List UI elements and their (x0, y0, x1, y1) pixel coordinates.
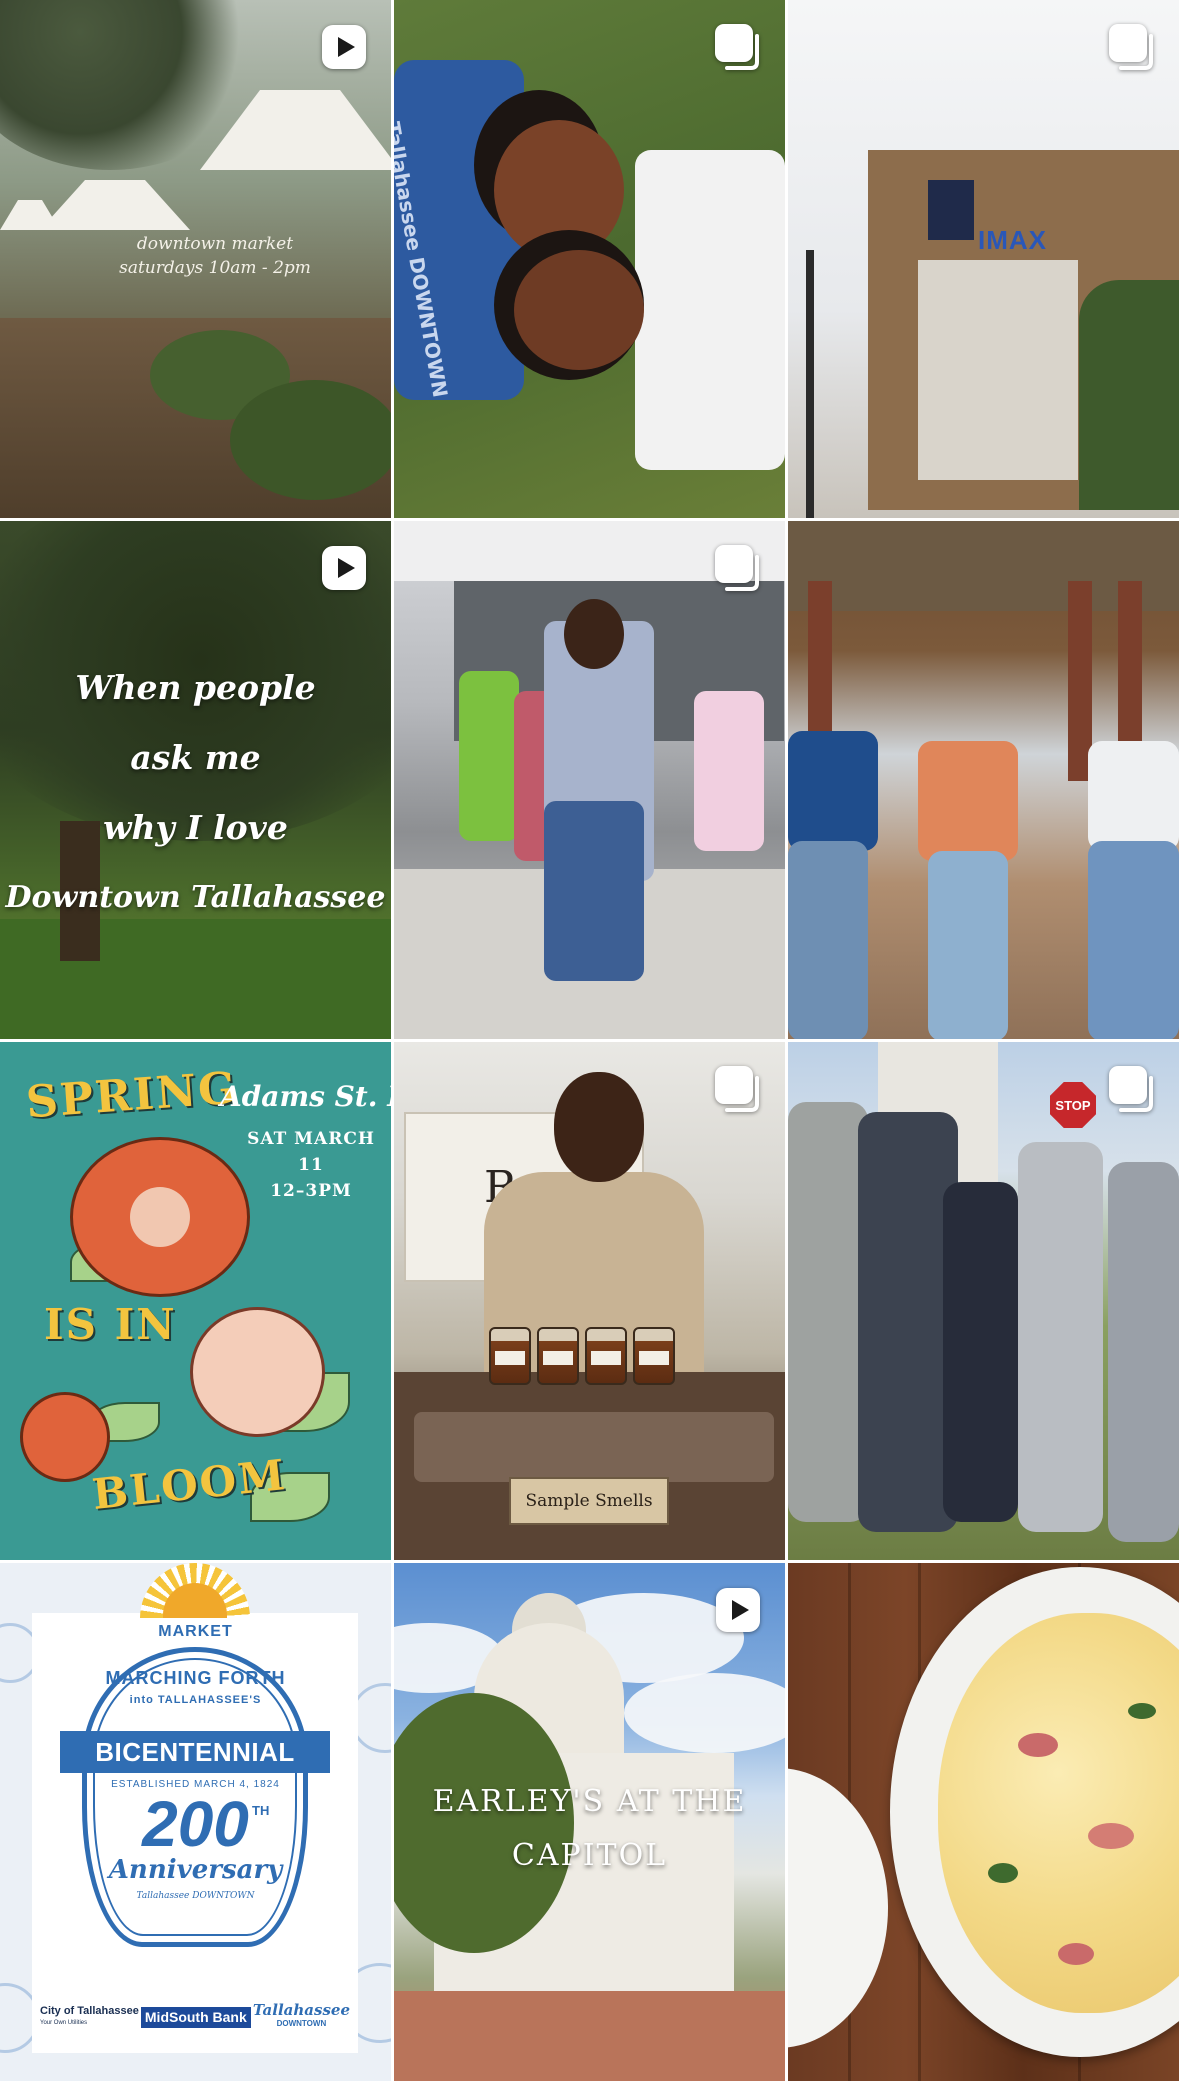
post-spring-is-in-bloom[interactable]: SPRING Adams St. Flea SAT MARCH 11 12–3P… (0, 1042, 391, 1560)
caption-line: downtown market (136, 234, 294, 254)
profile-posts-grid: downtown market saturdays 10am - 2pm Tal… (0, 0, 1179, 2097)
cloud (624, 1673, 785, 1753)
post-caption-overlay: downtown market saturdays 10am - 2pm (100, 232, 330, 280)
title-line: CAPITOL (511, 1838, 668, 1873)
post-selfie-grass[interactable]: Tallahassee DOWNTOWN (394, 0, 785, 518)
performer (694, 691, 764, 851)
city-tagline: Your Own Utilities (40, 2020, 88, 2026)
performer (459, 671, 519, 841)
anniversary-number: 200 (142, 1788, 249, 1860)
candle-jar (489, 1327, 531, 1385)
market-tent (40, 180, 190, 230)
small-flower (20, 1392, 110, 1482)
anniversary-label: Anniversary (108, 1855, 283, 1885)
lawn (0, 919, 391, 1039)
market-tent (0, 200, 60, 230)
person (1108, 1162, 1179, 1542)
imax-sign: IMAX (978, 225, 1047, 255)
quote-line: Downtown Tallahassee (5, 880, 386, 915)
side-plate (788, 1768, 888, 2048)
candle-jar (537, 1327, 579, 1385)
downtown-name: Tallahassee (252, 2001, 350, 2019)
post-earleys-at-the-capitol[interactable]: EARLEY'S AT THE CAPITOL (394, 1563, 785, 2081)
walker-jeans (928, 851, 1008, 1039)
carousel-icon (713, 543, 763, 593)
bicentennial-ribbon: BICENTENNIAL (60, 1731, 330, 1773)
post-challenger-imax[interactable]: IMAX (788, 0, 1179, 518)
city-name: City of Tallahassee (40, 2005, 139, 2017)
person (788, 1102, 868, 1522)
person (1018, 1142, 1103, 1532)
post-bicentennial-market[interactable]: MARKET MARCHING FORTH into TALLAHASSEE'S… (0, 1563, 391, 2081)
reel-title: EARLEY'S AT THE CAPITOL (394, 1775, 785, 1883)
pink-flower (190, 1307, 325, 1437)
candle-jar (633, 1327, 675, 1385)
white-shirt (635, 150, 785, 470)
carousel-icon (1107, 1064, 1157, 1114)
event-date-line: SAT MARCH 11 (247, 1129, 375, 1175)
singer-head (564, 599, 624, 669)
spinach-piece (988, 1863, 1018, 1883)
bank-logo: MidSouth Bank (140, 2006, 251, 2028)
vendor-head (554, 1072, 644, 1182)
title-line: EARLEY'S AT THE (432, 1784, 747, 1819)
face (514, 250, 644, 370)
challenger-logo (928, 180, 974, 240)
stop-sign: STOP (1050, 1082, 1096, 1128)
carousel-icon (713, 1064, 763, 1114)
spring-word: SPRING (24, 1062, 240, 1129)
person (943, 1182, 1018, 1522)
ham-piece (1058, 1943, 1094, 1965)
brick-plaza (394, 1991, 785, 2081)
market-label: MARKET (158, 1623, 233, 1640)
building-facade (918, 260, 1078, 480)
post-downtown-market[interactable]: downtown market saturdays 10am - 2pm (0, 0, 391, 518)
walker-jeans (1088, 841, 1179, 1039)
ham-piece (1018, 1733, 1058, 1757)
city-logo: City of Tallahassee Your Own Utilities (40, 2005, 139, 2029)
carved-panel (414, 1412, 774, 1482)
walker (788, 731, 878, 851)
lamp-post (806, 250, 814, 518)
downtown-logo: Tallahassee DOWNTOWN (253, 2003, 350, 2031)
arc-line: into TALLAHASSEE'S (129, 1694, 262, 1706)
arc-line: MARCHING FORTH (105, 1668, 286, 1688)
quote-text: When people ask me why I love Downtown T… (0, 653, 391, 933)
walker (918, 741, 1018, 861)
spinach-piece (1128, 1703, 1156, 1719)
quote-line: ask me (130, 738, 261, 777)
downtown-sub: DOWNTOWN (276, 2019, 327, 2028)
carousel-icon (1107, 22, 1157, 72)
sponsor-bar: City of Tallahassee Your Own Utilities M… (40, 2003, 350, 2031)
sample-smells-sign: Sample Smells (509, 1477, 669, 1525)
reels-icon (319, 543, 369, 593)
bush (230, 380, 391, 500)
event-name: Adams St. Flea (220, 1080, 391, 1113)
anniversary-sub: Tallahassee DOWNTOWN (136, 1891, 255, 1901)
flower-center (130, 1187, 190, 1247)
walker (1088, 741, 1179, 851)
walker-jeans (788, 841, 868, 1039)
quote-line: why I love (103, 808, 288, 847)
singer-jeans (544, 801, 644, 981)
post-stage-performer[interactable] (394, 521, 785, 1039)
event-date-line: 12–3PM (270, 1181, 352, 1201)
post-pasta-dish[interactable] (788, 1563, 1179, 2081)
ordinal-suffix: TH (252, 1803, 270, 1818)
ham-piece (1088, 1823, 1134, 1849)
candle-jar (585, 1327, 627, 1385)
palm-shrub (1079, 280, 1179, 510)
post-group-photo[interactable]: STOP (788, 1042, 1179, 1560)
is-in-word: IS IN (44, 1300, 177, 1349)
reels-icon (713, 1585, 763, 1635)
event-date: SAT MARCH 11 12–3PM (236, 1126, 386, 1204)
reels-icon (319, 22, 369, 72)
quote-line: When people (75, 668, 316, 707)
carousel-icon (713, 22, 763, 72)
post-walking-group[interactable] (788, 521, 1179, 1039)
post-vendor-sample-smells[interactable]: R Sample Smells (394, 1042, 785, 1560)
logo-arc-text: MARCHING FORTH into TALLAHASSEE'S (0, 1667, 391, 1711)
caption-line: saturdays 10am - 2pm (119, 258, 311, 278)
post-why-i-love-downtown[interactable]: When people ask me why I love Downtown T… (0, 521, 391, 1039)
